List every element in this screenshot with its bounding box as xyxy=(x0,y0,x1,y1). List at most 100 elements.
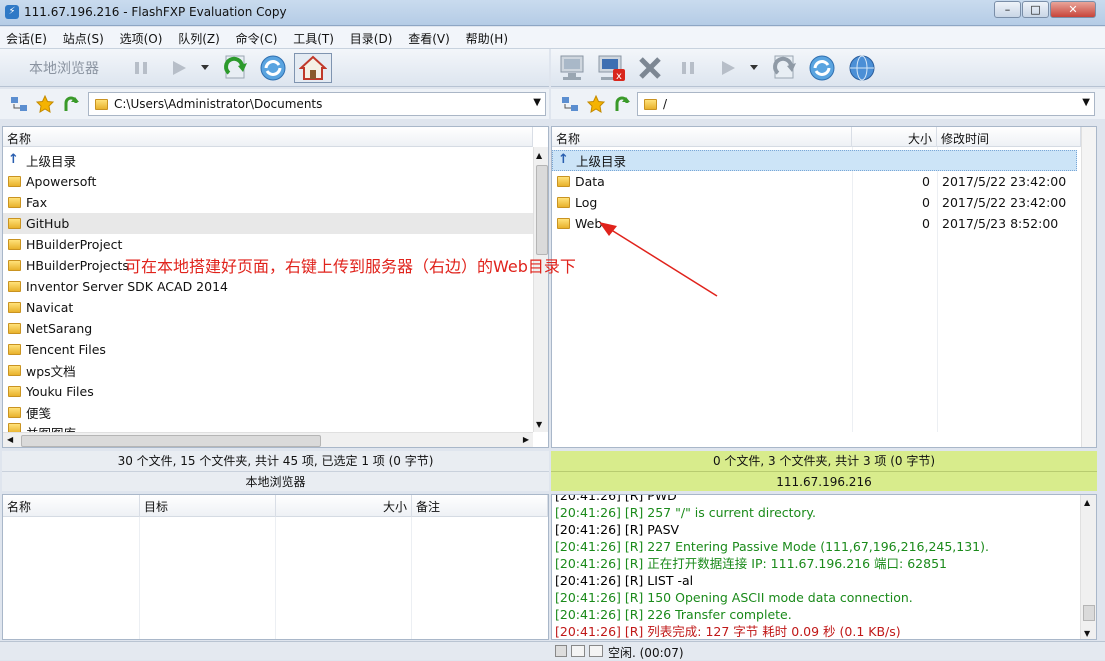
up-directory-icon[interactable] xyxy=(62,95,80,113)
up-directory-icon[interactable] xyxy=(613,95,631,113)
abort-icon[interactable] xyxy=(633,53,667,83)
vertical-scrollbar[interactable]: ▲ ▼ xyxy=(1080,495,1096,639)
network-icon[interactable] xyxy=(10,96,28,112)
table-row[interactable]: Data 0 2017/5/22 23:42:00 xyxy=(552,171,1081,192)
refresh-icon[interactable] xyxy=(805,53,839,83)
list-item-selected[interactable]: GitHub xyxy=(3,213,533,234)
local-browser-button[interactable]: 本地浏览器 xyxy=(14,53,114,83)
list-item[interactable]: 便笺 xyxy=(3,402,533,423)
scroll-up-icon[interactable]: ▲ xyxy=(536,151,542,160)
scroll-down-icon[interactable]: ▼ xyxy=(536,420,542,429)
folder-icon xyxy=(644,98,657,110)
play-icon[interactable] xyxy=(715,53,741,83)
menu-options[interactable]: 选项(O) xyxy=(114,27,169,48)
connect-icon[interactable] xyxy=(555,53,591,83)
menu-sites[interactable]: 站点(S) xyxy=(57,27,110,48)
queue-col-name[interactable]: 名称 xyxy=(3,495,140,517)
row-label: 上级目录 xyxy=(576,154,627,169)
queue-col-size[interactable]: 大小 xyxy=(276,495,412,517)
folder-icon xyxy=(8,386,21,397)
menu-directory[interactable]: 目录(D) xyxy=(344,27,399,48)
scroll-thumb[interactable] xyxy=(536,165,548,255)
menu-tools[interactable]: 工具(T) xyxy=(287,27,340,48)
disconnect-icon[interactable]: x xyxy=(593,53,629,83)
folder-icon xyxy=(8,218,21,229)
queue-col-note[interactable]: 备注 xyxy=(412,495,548,517)
scroll-thumb[interactable] xyxy=(1083,605,1095,621)
pause-icon[interactable] xyxy=(128,53,154,83)
scroll-down-icon[interactable]: ▼ xyxy=(1084,629,1090,638)
folder-icon xyxy=(8,260,21,271)
chevron-down-icon[interactable]: ▼ xyxy=(533,97,541,108)
parent-directory-row[interactable]: ↑ 上级目录 xyxy=(552,150,1077,171)
remote-path-input[interactable]: / ▼ xyxy=(637,92,1095,116)
vertical-scrollbar[interactable]: ▲ ▼ xyxy=(533,147,548,432)
close-button[interactable]: ✕ xyxy=(1050,1,1096,18)
list-item[interactable]: Youku Files xyxy=(3,381,533,402)
app-status-bar: 空闲. (00:07) xyxy=(0,641,1105,660)
chevron-down-icon[interactable]: ▼ xyxy=(1082,97,1090,108)
left-toolbar: 本地浏览器 xyxy=(0,49,549,87)
remote-path-text: / xyxy=(663,97,668,111)
list-item[interactable]: Apowersoft xyxy=(3,171,533,192)
home-icon[interactable] xyxy=(294,53,332,83)
list-item[interactable]: Tencent Files xyxy=(3,339,533,360)
local-path-text: C:\Users\Administrator\Documents xyxy=(114,97,323,111)
vertical-scrollbar[interactable] xyxy=(1081,127,1096,447)
queue-col-target[interactable]: 目标 xyxy=(140,495,276,517)
refresh-icon[interactable] xyxy=(256,53,290,83)
local-path-input[interactable]: C:\Users\Administrator\Documents ▼ xyxy=(88,92,546,116)
menu-help[interactable]: 帮助(H) xyxy=(460,27,514,48)
transfer-queue[interactable]: 名称 目标 大小 备注 xyxy=(2,494,549,640)
pause-icon[interactable] xyxy=(675,53,701,83)
column-name-header[interactable]: 名称 xyxy=(3,127,533,147)
globe-icon[interactable] xyxy=(845,53,879,83)
play-icon[interactable] xyxy=(166,53,192,83)
list-item[interactable]: Fax xyxy=(3,192,533,213)
list-item[interactable]: 并图图库 xyxy=(3,423,533,432)
row-label: Inventor Server SDK ACAD 2014 xyxy=(26,279,228,294)
play-dropdown-icon[interactable] xyxy=(198,53,212,83)
scroll-right-icon[interactable]: ▶ xyxy=(523,435,529,444)
maximize-button[interactable]: □ xyxy=(1022,1,1049,18)
menu-bar: 会话(E) 站点(S) 选项(O) 队列(Z) 命令(C) 工具(T) 目录(D… xyxy=(0,27,1105,49)
list-item[interactable]: NetSarang xyxy=(3,318,533,339)
network-icon[interactable] xyxy=(561,96,579,112)
refresh-transfer-icon[interactable] xyxy=(767,53,801,83)
row-label: Fax xyxy=(26,195,48,210)
svg-text:x: x xyxy=(616,71,622,82)
column-size-header[interactable]: 大小 xyxy=(852,127,937,147)
list-item[interactable]: HBuilderProject xyxy=(3,234,533,255)
menu-commands[interactable]: 命令(C) xyxy=(230,27,284,48)
log-line: [20:41:26] [R] 257 "/" is current direct… xyxy=(555,505,816,520)
horizontal-scrollbar[interactable]: ◀ ▶ xyxy=(3,432,533,447)
favorite-star-icon[interactable] xyxy=(35,94,55,113)
folder-icon xyxy=(8,281,21,292)
session-log[interactable]: [20:41:26] [R] PWD [20:41:26] [R] 257 "/… xyxy=(551,494,1097,640)
lock-icon xyxy=(555,645,567,657)
table-row[interactable]: Log 0 2017/5/22 23:42:00 xyxy=(552,192,1081,213)
row-label: Tencent Files xyxy=(26,342,106,357)
menu-session[interactable]: 会话(E) xyxy=(0,27,53,48)
menu-view[interactable]: 查看(V) xyxy=(402,27,456,48)
column-divider xyxy=(139,517,140,639)
list-item[interactable]: wps文档 xyxy=(3,360,533,381)
row-mtime: 2017/5/22 23:42:00 xyxy=(942,195,1067,210)
refresh-transfer-icon[interactable] xyxy=(218,53,252,83)
minimize-button[interactable]: – xyxy=(994,1,1021,18)
row-label: Navicat xyxy=(26,300,74,315)
scroll-up-icon[interactable]: ▲ xyxy=(1084,498,1090,507)
favorite-star-icon[interactable] xyxy=(586,94,606,113)
column-name-header[interactable]: 名称 xyxy=(552,127,852,147)
remote-host-name: 111.67.196.216 xyxy=(551,471,1097,491)
parent-directory-row[interactable]: ↑ 上级目录 xyxy=(3,150,533,171)
column-mtime-header[interactable]: 修改时间 xyxy=(937,127,1081,147)
play-dropdown-icon[interactable] xyxy=(747,53,761,83)
scroll-left-icon[interactable]: ◀ xyxy=(7,435,13,444)
local-file-list[interactable]: 名称 ↑ 上级目录 Apowersoft Fax GitHub HBuilderP… xyxy=(2,126,549,448)
column-header: 名称 大小 修改时间 xyxy=(552,127,1081,147)
menu-queue[interactable]: 队列(Z) xyxy=(172,27,226,48)
list-item[interactable]: Navicat xyxy=(3,297,533,318)
list-item[interactable]: Inventor Server SDK ACAD 2014 xyxy=(3,276,533,297)
scroll-thumb[interactable] xyxy=(21,435,321,447)
